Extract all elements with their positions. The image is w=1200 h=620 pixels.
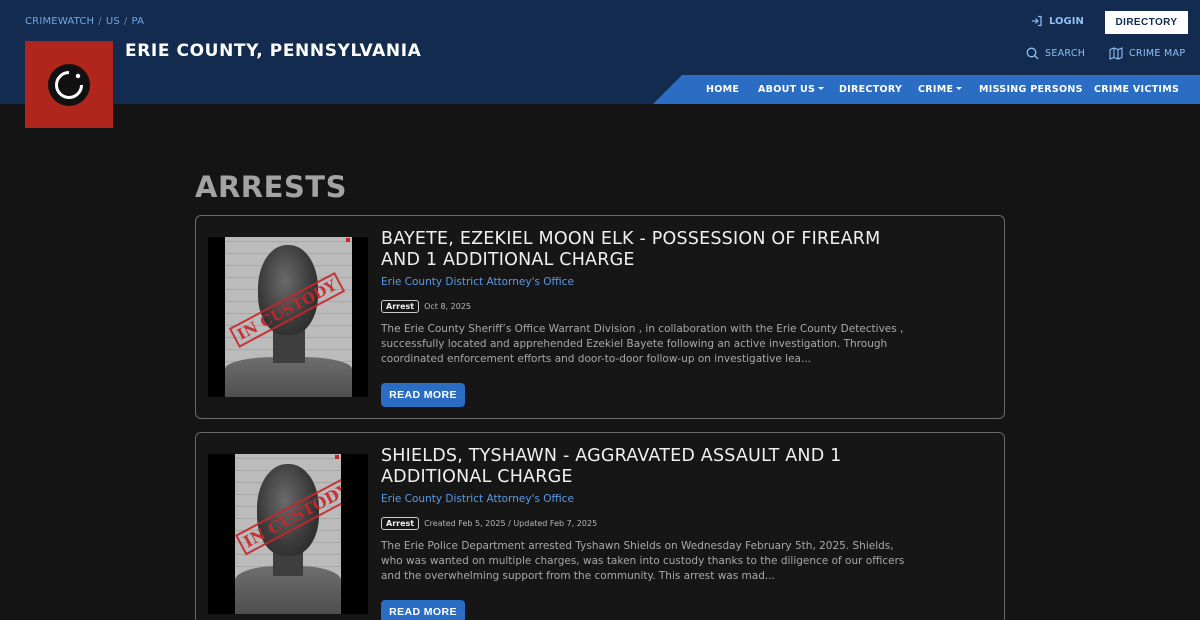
nav-crime[interactable]: CRIME	[918, 84, 963, 95]
directory-button[interactable]: DIRECTORY	[1105, 11, 1188, 34]
read-more-button[interactable]: READ MORE	[381, 383, 465, 407]
search-icon	[1026, 47, 1039, 60]
map-icon	[1109, 47, 1123, 60]
agency-link[interactable]: Erie County District Attorney's Office	[381, 493, 574, 505]
arrest-date: Created Feb 5, 2025 / Updated Feb 7, 202…	[424, 519, 598, 528]
nav-directory[interactable]: DIRECTORY	[839, 84, 902, 95]
mugshot-photo: IN CUSTODY	[235, 454, 341, 614]
crimewatch-logo-icon	[48, 63, 90, 106]
breadcrumb-separator: /	[98, 16, 102, 27]
nav-home[interactable]: HOME	[706, 84, 739, 95]
breadcrumb-pa[interactable]: PA	[132, 16, 145, 27]
site-header: CRIMEWATCH / US / PA ERIE COUNTY, PENNSYLVAN…	[0, 0, 1200, 104]
caret-down-icon	[956, 87, 963, 90]
agency-link[interactable]: Erie County District Attorney's Office	[381, 276, 574, 288]
site-logo[interactable]	[25, 41, 113, 128]
login-link[interactable]: LOGIN	[1031, 15, 1084, 27]
nav-about-us[interactable]: ABOUT US	[758, 84, 825, 95]
arrest-excerpt: The Erie Police Department arrested Tysh…	[381, 540, 905, 582]
login-icon	[1032, 15, 1042, 27]
breadcrumb-crimewatch[interactable]: CRIMEWATCH	[25, 16, 94, 27]
mugshot-photo: IN CUSTODY	[225, 237, 352, 397]
read-more-button[interactable]: READ MORE	[381, 600, 465, 620]
main-nav: HOME ABOUT US DIRECTORY CRIME MISSING PE…	[653, 75, 1200, 104]
breadcrumb-us[interactable]: US	[106, 16, 120, 27]
page-title: ARRESTS	[195, 170, 347, 204]
search-label: SEARCH	[1045, 48, 1086, 59]
arrest-meta: Arrest Created Feb 5, 2025 / Updated Feb…	[381, 517, 597, 530]
crime-map-label: CRIME MAP	[1129, 48, 1186, 59]
arrest-date: Oct 8, 2025	[424, 302, 472, 311]
arrest-meta: Arrest Oct 8, 2025	[381, 300, 471, 313]
arrest-badge: Arrest	[381, 300, 420, 313]
site-title[interactable]: ERIE COUNTY, PENNSYLVANIA	[125, 41, 421, 61]
arrest-title[interactable]: SHIELDS, TYSHAWN - AGGRAVATED ASSAULT AN…	[381, 446, 901, 488]
arrest-card: IN CUSTODY BAYETE, EZEKIEL MOON ELK - PO…	[195, 215, 1005, 419]
arrest-card: IN CUSTODY SHIELDS, TYSHAWN - AGGRAVATED…	[195, 432, 1005, 620]
nav-missing-persons[interactable]: MISSING PERSONS	[979, 84, 1083, 95]
mugshot-frame[interactable]: IN CUSTODY	[208, 237, 368, 397]
arrest-title[interactable]: BAYETE, EZEKIEL MOON ELK - POSSESSION OF…	[381, 229, 901, 271]
login-label: LOGIN	[1049, 15, 1084, 27]
nav-crime-victims[interactable]: CRIME VICTIMS	[1094, 84, 1179, 95]
crime-map-link[interactable]: CRIME MAP	[1109, 47, 1185, 60]
search-link[interactable]: SEARCH	[1026, 47, 1085, 60]
breadcrumb-separator: /	[123, 16, 128, 27]
breadcrumb: CRIMEWATCH / US / PA	[25, 16, 144, 27]
mugshot-frame[interactable]: IN CUSTODY	[208, 454, 368, 614]
arrest-badge: Arrest	[381, 517, 420, 530]
arrest-excerpt: The Erie County Sheriff’s Office Warrant…	[381, 323, 904, 365]
caret-down-icon	[818, 87, 825, 90]
